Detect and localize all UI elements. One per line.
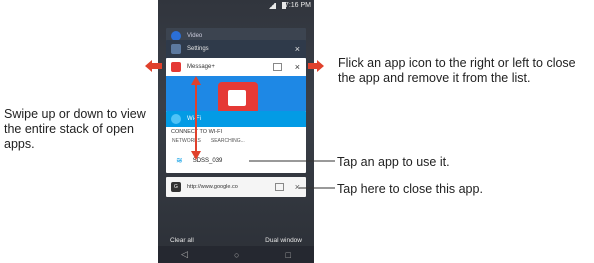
left-arrow-icon: [145, 60, 162, 72]
annotation-overlay: [145, 60, 335, 189]
right-arrow-icon: [308, 60, 324, 72]
vertical-double-arrow-icon: [191, 76, 201, 160]
